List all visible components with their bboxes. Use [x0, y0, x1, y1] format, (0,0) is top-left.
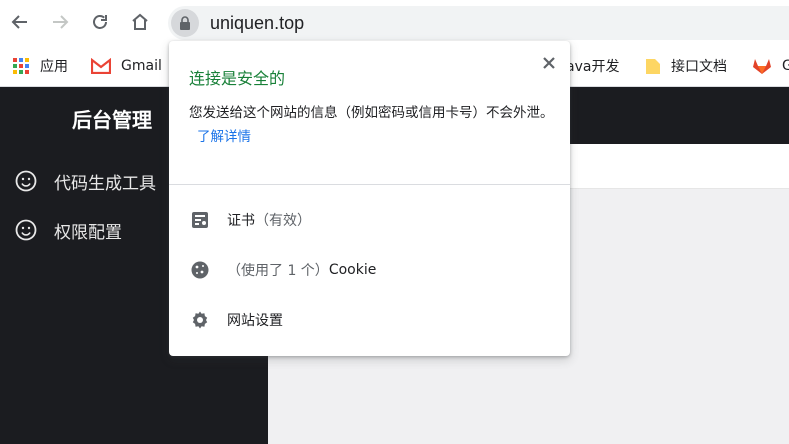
reload-icon	[93, 15, 107, 29]
site-settings-row[interactable]: 网站设置	[189, 305, 283, 335]
close-button[interactable]	[537, 51, 561, 75]
sidebar-item-label: 代码生成工具	[54, 173, 156, 194]
bookmark-label: ava开发	[566, 59, 620, 75]
bookmark-label: G	[782, 58, 789, 74]
browser-toolbar: uniquen.top	[0, 0, 789, 46]
learn-more-link[interactable]: 了解详情	[197, 129, 251, 145]
folder-icon	[645, 57, 661, 75]
lock-icon	[180, 16, 190, 30]
cookie-count: （使用了 1 个）	[227, 263, 329, 279]
site-info-popup: 连接是安全的 您发送给这个网站的信息（例如密码或信用卡号）不会外泄。了解详情 证…	[169, 41, 570, 356]
smile-icon	[14, 218, 38, 242]
popup-description: 您发送给这个网站的信息（例如密码或信用卡号）不会外泄。了解详情	[189, 101, 554, 149]
address-bar[interactable]: uniquen.top	[168, 6, 789, 40]
certificate-icon	[189, 209, 211, 231]
back-button[interactable]	[6, 8, 34, 36]
cookie-row[interactable]: （使用了 1 个） Cookie	[189, 255, 376, 285]
site-settings-label: 网站设置	[227, 313, 283, 329]
certificate-label: 证书	[227, 213, 255, 229]
popup-title: 连接是安全的	[189, 69, 286, 88]
reload-button[interactable]	[86, 8, 114, 36]
forward-button[interactable]	[46, 8, 74, 36]
arrow-right-icon	[53, 15, 69, 29]
sidebar-title: 后台管理	[72, 108, 152, 132]
bookmark-label: 接口文档	[671, 59, 727, 75]
home-button[interactable]	[126, 8, 154, 36]
bookmark-gitlab[interactable]: G	[752, 46, 789, 86]
sidebar-item-codegen[interactable]: 代码生成工具	[14, 166, 156, 196]
bookmark-java[interactable]: ava开发	[566, 46, 619, 86]
url-text[interactable]: uniquen.top	[210, 13, 304, 34]
cookie-label: Cookie	[328, 262, 377, 278]
certificate-row[interactable]: 证书 （有效）	[189, 205, 311, 235]
smile-icon	[14, 169, 38, 193]
sidebar-item-permissions[interactable]: 权限配置	[14, 215, 122, 245]
arrow-left-icon	[11, 15, 27, 29]
bookmark-api-docs[interactable]: 接口文档	[645, 46, 727, 86]
gitlab-icon	[752, 57, 772, 75]
gear-icon	[189, 309, 211, 331]
bookmark-label: 应用	[40, 59, 68, 75]
gmail-icon	[91, 58, 111, 74]
apps-grid-icon	[12, 57, 30, 75]
certificate-status: （有效）	[255, 213, 311, 229]
site-info-button[interactable]	[171, 9, 199, 37]
close-icon	[543, 57, 555, 69]
bookmark-apps[interactable]: 应用	[12, 46, 68, 86]
bookmark-label: Gmail	[121, 58, 162, 74]
home-icon	[132, 13, 148, 30]
bookmark-gmail[interactable]: Gmail	[91, 46, 162, 86]
divider	[169, 184, 570, 185]
cookie-icon	[189, 259, 211, 281]
description-text: 您发送给这个网站的信息（例如密码或信用卡号）不会外泄。	[189, 105, 554, 121]
sidebar-item-label: 权限配置	[54, 222, 122, 243]
